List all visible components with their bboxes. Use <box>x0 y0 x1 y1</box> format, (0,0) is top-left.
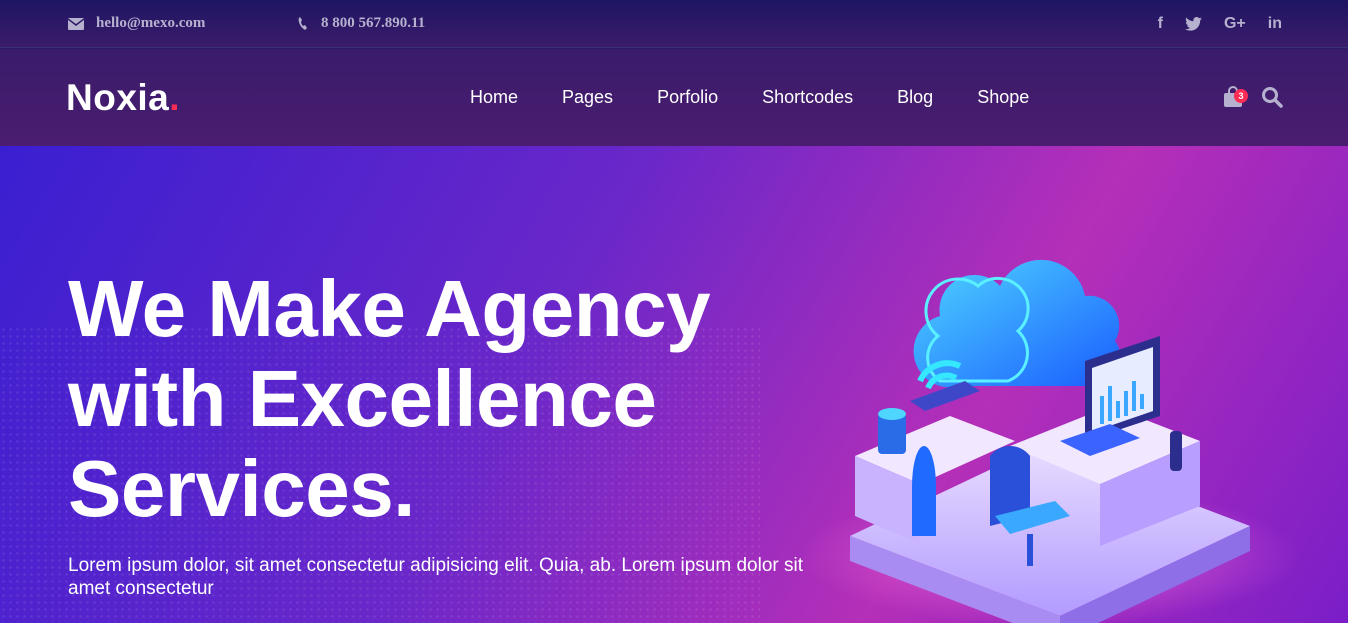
linkedin-icon[interactable]: in <box>1268 14 1282 34</box>
hero-title-line-1: We Make Agency <box>68 264 711 353</box>
top-bar: hello@mexo.com 8 800 567.890.11 f G+ in <box>0 0 1348 48</box>
logo[interactable]: Noxia. <box>66 77 180 119</box>
hero-section: We Make Agency with Excellence Services.… <box>0 146 1348 623</box>
hero-title-line-2: with Excellence <box>68 354 657 443</box>
search-icon <box>1262 87 1283 108</box>
nav-blog[interactable]: Blog <box>897 87 933 108</box>
isometric-office-illustration <box>800 259 1300 623</box>
logo-text: Noxia <box>66 77 170 118</box>
phone-text[interactable]: 8 800 567.890.11 <box>321 15 425 32</box>
google-plus-icon[interactable]: G+ <box>1224 14 1246 34</box>
hero-title: We Make Agency with Excellence Services. <box>68 264 828 534</box>
main-nav: Home Pages Porfolio Shortcodes Blog Shop… <box>470 87 1029 108</box>
search-button[interactable] <box>1261 86 1283 113</box>
phone-icon <box>298 16 307 30</box>
cart-count-badge: 3 <box>1234 89 1248 103</box>
nav-portfolio[interactable]: Porfolio <box>657 87 718 108</box>
logo-dot: . <box>169 77 181 118</box>
main-header: Noxia. Home Pages Porfolio Shortcodes Bl… <box>0 49 1348 146</box>
contact-email[interactable]: hello@mexo.com <box>68 15 205 32</box>
contact-phone[interactable]: 8 800 567.890.11 <box>297 15 425 32</box>
hero-title-line-3: Services. <box>68 444 415 533</box>
twitter-icon[interactable] <box>1185 17 1202 31</box>
nav-shope[interactable]: Shope <box>977 87 1029 108</box>
email-text[interactable]: hello@mexo.com <box>96 15 205 32</box>
facebook-icon[interactable]: f <box>1158 14 1163 34</box>
envelope-icon <box>68 17 84 30</box>
hero-subtitle: Lorem ipsum dolor, sit amet consectetur … <box>68 555 803 599</box>
nav-home[interactable]: Home <box>470 87 518 108</box>
nav-shortcodes[interactable]: Shortcodes <box>762 87 853 108</box>
nav-pages[interactable]: Pages <box>562 87 613 108</box>
social-links: f G+ in <box>1158 14 1282 34</box>
